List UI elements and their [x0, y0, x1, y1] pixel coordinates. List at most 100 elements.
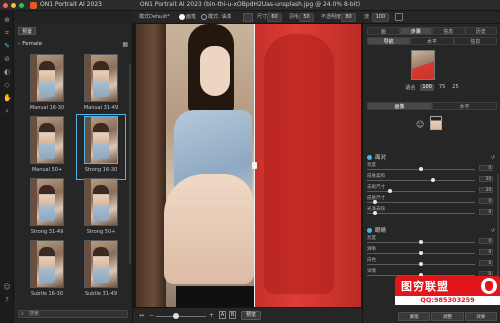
preset-item[interactable]: Manual 50+	[24, 116, 70, 178]
opacity-label: 不透明度	[321, 14, 342, 20]
flow-field[interactable]: 100	[372, 13, 389, 22]
help-icon[interactable]: ?	[3, 296, 11, 304]
slider-knob[interactable]	[419, 251, 423, 255]
tool-options-bar: 模式 Default* 画笔 模式: 油漆 尺寸 60 羽毛 50 不透明度 8…	[133, 11, 500, 24]
footer-tab[interactable]: 调整	[431, 312, 464, 321]
thumb-figure	[93, 185, 109, 221]
mode-dropdown[interactable]: Default*	[149, 13, 170, 22]
slider-value-field[interactable]: 0	[479, 198, 493, 204]
preset-item[interactable]: Strong 16-30	[76, 114, 126, 180]
zoom-level-option[interactable]: 25	[450, 84, 460, 91]
zoom-in-icon[interactable]: +	[209, 312, 214, 319]
preset-search-input[interactable]: ⌕ 搜索	[18, 310, 128, 318]
slider-knob[interactable]	[373, 200, 377, 204]
chevron-left-icon: ‹	[18, 41, 21, 47]
brush-radio[interactable]: 画笔	[179, 13, 196, 22]
paint-mode-radio[interactable]: 模式: 油漆	[201, 13, 231, 22]
retouch-tool-icon[interactable]: ⊘	[3, 55, 11, 63]
pen-pressure-icon[interactable]	[395, 13, 403, 21]
slider-knob[interactable]	[419, 240, 423, 244]
image-canvas[interactable]	[133, 24, 362, 307]
slider-knob[interactable]	[419, 262, 423, 266]
portrait-sub-tab-1[interactable]: 水平	[432, 102, 497, 110]
slider-knob[interactable]	[431, 178, 435, 182]
footer-tab[interactable]: 蒙版	[398, 312, 431, 321]
preset-item[interactable]: Subtle 31-49	[78, 240, 124, 302]
zoom-level-option[interactable]: 适合	[403, 84, 417, 91]
slider-value-field[interactable]: 0	[479, 209, 493, 215]
zoom-level-option[interactable]: 100	[420, 84, 434, 91]
preset-item[interactable]: Strong 50+	[78, 178, 124, 240]
top-tab-3[interactable]: 历史	[464, 27, 497, 35]
grid-icon[interactable]: ▦	[122, 41, 128, 48]
slider-value-field[interactable]: 0	[479, 165, 493, 171]
presets-scrollbar[interactable]	[129, 64, 131, 264]
zoom-slider[interactable]	[156, 316, 206, 317]
size-field[interactable]: 60	[267, 13, 282, 22]
compare-icon[interactable]: ↔	[139, 312, 144, 319]
perfect-eraser-icon[interactable]: ◇	[3, 81, 11, 89]
presets-tab[interactable]: 预置	[18, 27, 37, 35]
mask-tool-icon[interactable]: ◐	[3, 68, 11, 76]
top-tab-1[interactable]: 步骤	[399, 27, 432, 35]
view-a-button[interactable]: A	[219, 311, 226, 319]
slider-value-field[interactable]: 0	[479, 238, 493, 244]
navigator-tab-1[interactable]: 水平	[410, 37, 454, 45]
top-tab-0[interactable]: 画	[367, 27, 400, 35]
crop-tool-icon[interactable]: ⌗	[3, 29, 11, 37]
slider-value-field[interactable]: 20	[479, 187, 493, 193]
brush-tool-icon[interactable]: ✎	[3, 42, 11, 50]
zoom-tool-icon[interactable]: ⌕	[3, 107, 11, 115]
preset-item[interactable]: Strong 31-49	[24, 178, 70, 240]
portrait-photo[interactable]	[136, 24, 361, 307]
section-toggle-icon[interactable]	[367, 155, 372, 160]
slider-row: 皮肤柔和 50	[367, 173, 497, 184]
portrait-sub-tab-0[interactable]: 画像	[367, 102, 432, 110]
split-handle[interactable]	[252, 162, 257, 169]
hand-tool-icon[interactable]: ✋	[3, 94, 12, 102]
feather-label: 羽毛	[289, 14, 300, 20]
add-face-icon[interactable]: ☺	[416, 120, 424, 129]
top-tab-2[interactable]: 信息	[432, 27, 465, 35]
slider-label: 清晰	[367, 247, 376, 252]
preset-item[interactable]: Subtle 16-30	[24, 240, 70, 302]
thumb-figure	[39, 185, 55, 221]
slider-track[interactable]	[367, 180, 475, 181]
slider-value-field[interactable]: 0	[479, 260, 493, 266]
view-b-button[interactable]: B	[229, 311, 236, 319]
opacity-field[interactable]: 80	[341, 13, 356, 22]
face-section-header[interactable]: 面对 ↺	[367, 154, 497, 162]
preset-item[interactable]: Manual 31-49	[78, 54, 124, 116]
navigator-thumbnail[interactable]	[411, 50, 435, 80]
preset-item[interactable]: Manual 16-30	[24, 54, 70, 116]
slider-value-field[interactable]: 50	[479, 176, 493, 182]
zoom-level-option[interactable]: 75	[437, 84, 447, 91]
preview-button[interactable]: 预览	[241, 311, 261, 320]
preset-category[interactable]: ‹ Female	[18, 41, 42, 47]
slider-knob[interactable]	[419, 167, 423, 171]
mode-label: 模式	[139, 14, 150, 20]
reset-icon[interactable]: ↺	[491, 227, 495, 235]
brush-preset-swatch[interactable]	[243, 13, 253, 22]
adjust-tool-icon[interactable]: ⊕	[3, 16, 11, 24]
zoom-out-icon[interactable]: −	[149, 312, 154, 319]
section-toggle-icon[interactable]	[367, 228, 372, 233]
slider-track[interactable]	[367, 202, 475, 203]
shorts	[176, 286, 254, 307]
footer-tab[interactable]: 效果	[464, 312, 497, 321]
detected-face-thumbnail[interactable]	[430, 116, 442, 130]
slider-track[interactable]	[367, 191, 475, 192]
slider-value-field[interactable]: 0	[479, 249, 493, 255]
slider-knob[interactable]	[373, 211, 377, 215]
portrait-icon[interactable]: ☺	[3, 283, 11, 291]
eyes-section-header[interactable]: 眼睛 ↺	[367, 227, 497, 235]
slider-track[interactable]	[367, 213, 475, 214]
reset-icon[interactable]: ↺	[491, 154, 495, 162]
thumb-wall	[31, 241, 37, 287]
navigator-tab-2[interactable]: 信息	[453, 37, 497, 45]
thumb-wall	[85, 55, 91, 101]
zoom-slider-knob[interactable]	[173, 313, 179, 319]
feather-field[interactable]: 50	[299, 13, 314, 22]
navigator-tab-0[interactable]: 导航	[367, 37, 411, 45]
slider-knob[interactable]	[388, 189, 392, 193]
